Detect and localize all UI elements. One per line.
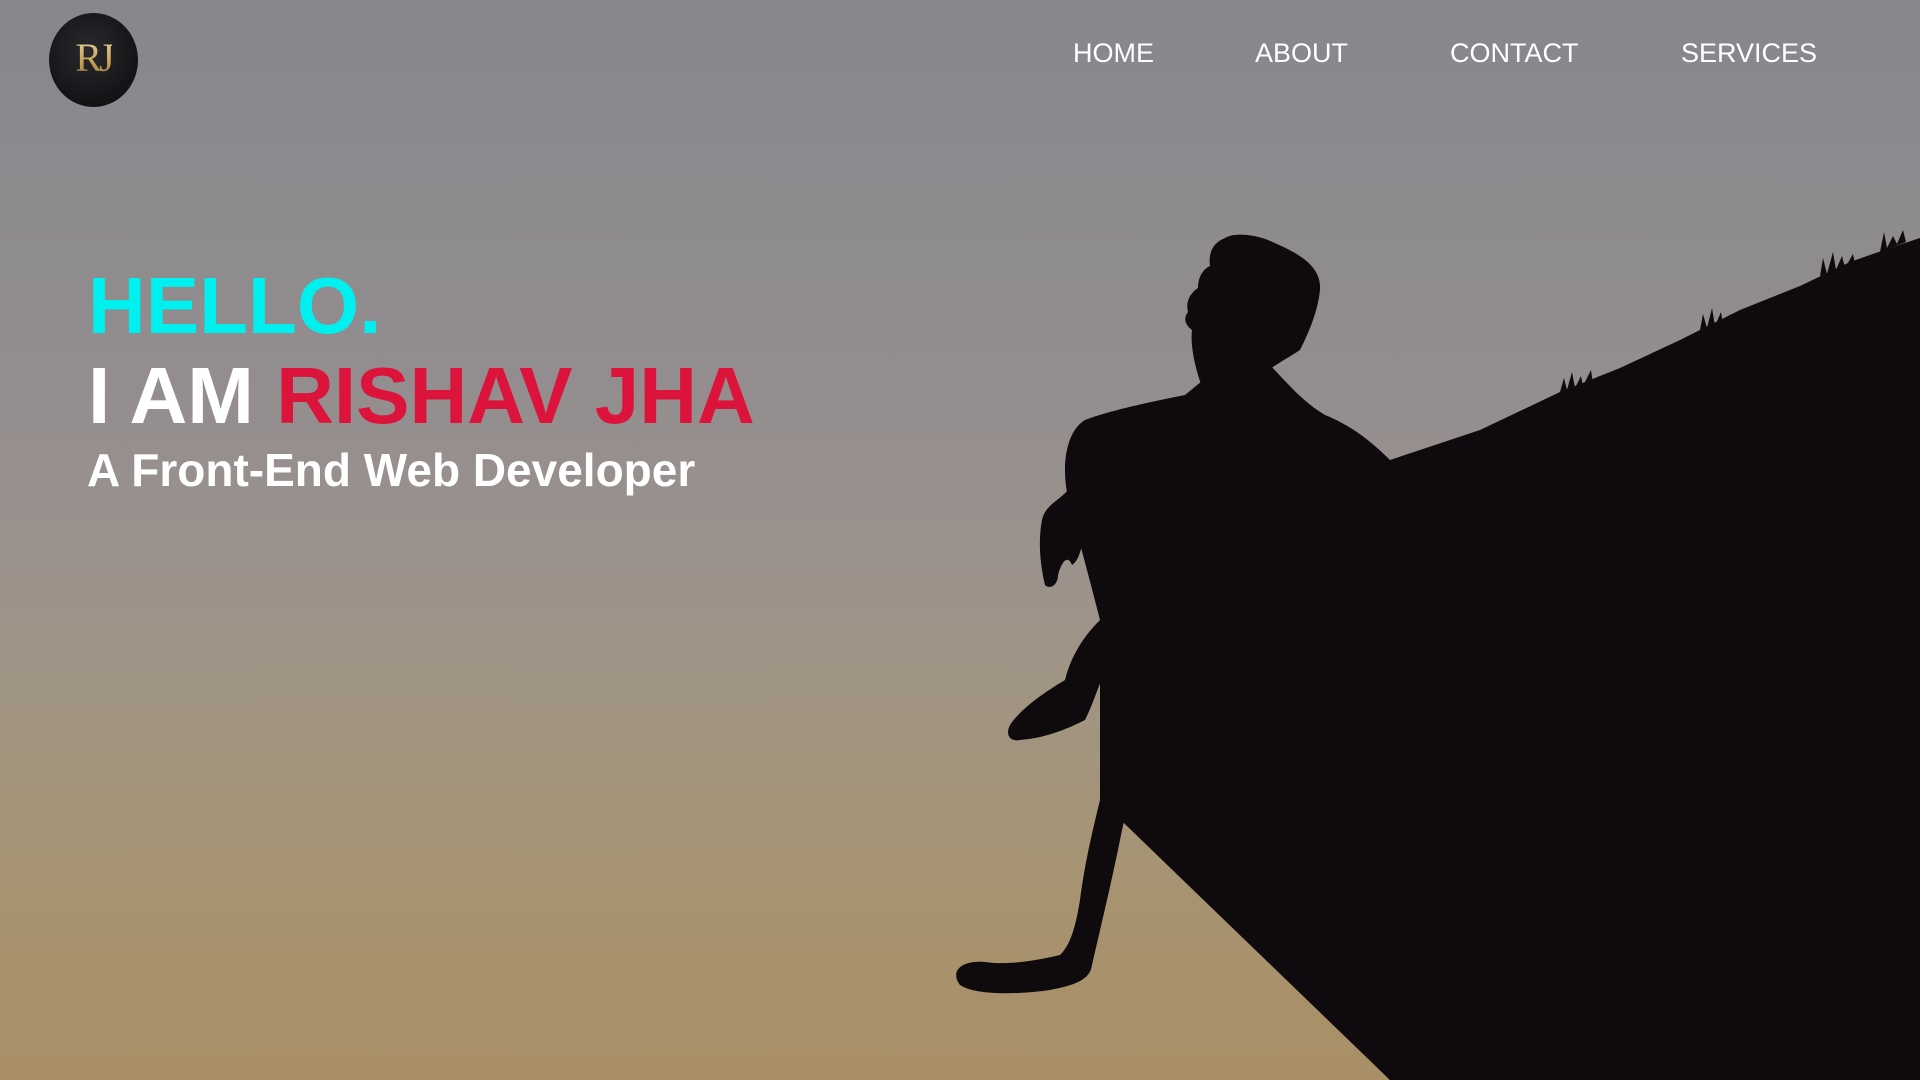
hero-greeting: HELLO. (88, 261, 382, 350)
hero-role: A Front-End Web Developer (87, 444, 696, 496)
nav-link-home[interactable]: HOME (1073, 36, 1154, 70)
hero-silhouette-image (956, 230, 1920, 1080)
nav-link-about[interactable]: ABOUT (1255, 36, 1348, 70)
hero-name: RISHAV JHA (276, 351, 755, 440)
hero-name-line: I AM RISHAV JHA (88, 350, 755, 442)
main-navigation: HOME ABOUT CONTACT SERVICES (0, 36, 1920, 70)
hero-text-block: HELLO. I AM RISHAV JHA A Front-End Web D… (87, 261, 755, 498)
nav-link-contact[interactable]: CONTACT (1450, 36, 1579, 70)
hero-intro-prefix: I AM (88, 351, 254, 440)
nav-link-services[interactable]: SERVICES (1681, 36, 1817, 70)
